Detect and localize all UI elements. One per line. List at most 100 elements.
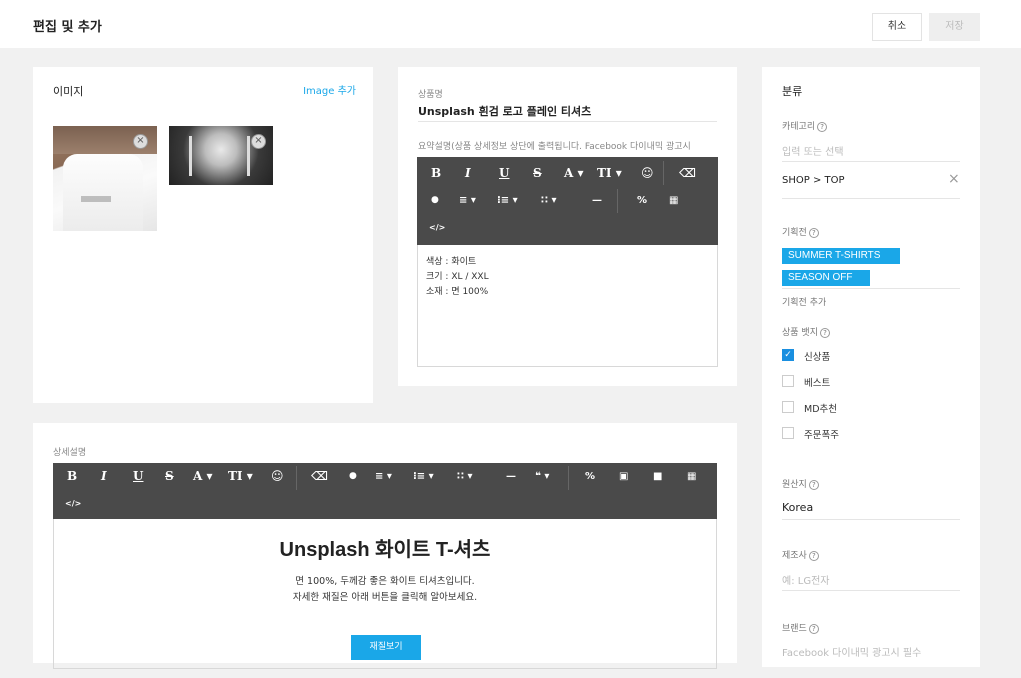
detail-label: 상세설명 — [53, 448, 87, 458]
page-title: 편집 및 추가 — [33, 20, 102, 35]
font-color-button[interactable]: A ▾ — [193, 469, 213, 483]
emoji-icon[interactable]: ☺ — [271, 469, 284, 483]
horizontal-rule-icon[interactable]: — — [506, 471, 516, 482]
table-icon[interactable]: ▦ — [669, 195, 678, 206]
divider — [782, 198, 960, 199]
detail-heading: Unsplash 화이트 T-셔츠 — [279, 539, 491, 561]
ordered-list-icon[interactable]: ⁝≡ ▾ — [413, 471, 434, 482]
product-name-label: 상품명 — [418, 90, 443, 100]
origin-label-text: 원산지 — [782, 480, 807, 490]
clear-category-close-icon[interactable]: × — [948, 171, 960, 187]
badge-checkbox-md[interactable] — [782, 401, 794, 413]
detail-editor-toolbar: B I U S A ▾ TI ▾ ☺ ⌫ ● ≡ ▾ ⁝≡ ▾ ∷ ▾ — ❝ … — [53, 463, 717, 519]
align-icon[interactable]: ≡ ▾ — [375, 471, 392, 482]
thumbnail-shirt — [63, 154, 143, 231]
code-view-icon[interactable]: </> — [65, 499, 81, 508]
remove-image-2-close-icon[interactable]: × — [251, 134, 266, 149]
badge-checkbox-best[interactable] — [782, 375, 794, 387]
maker-input[interactable]: 예: LG전자 — [782, 572, 829, 587]
summary-editor[interactable]: 색상 : 화이트 크기 : XL / XXL 소재 : 면 100% — [417, 245, 718, 367]
help-icon[interactable]: ? — [808, 479, 819, 490]
promotion-tag[interactable]: SUMMER T-SHIRTS — [782, 248, 900, 264]
origin-input[interactable]: Korea — [782, 501, 813, 514]
badge-label-new: 신상품 — [804, 352, 831, 363]
badge-label-text: 상품 뱃지 — [782, 328, 818, 338]
video-icon[interactable]: ■ — [653, 471, 662, 482]
image-icon[interactable]: ▣ — [619, 471, 628, 482]
bullet-list-icon[interactable]: ∷ ▾ — [457, 471, 472, 482]
toolbar-divider — [568, 466, 569, 490]
image-thumbnail-2[interactable]: × — [169, 126, 273, 185]
add-promotion-link[interactable]: 기획전 추가 — [782, 295, 826, 308]
summary-editor-toolbar: B I U S A ▾ TI ▾ ☺ ⌫ ● ≡ ▾ ⁝≡ ▾ ∷ ▾ — % … — [417, 157, 718, 245]
ordered-list-icon[interactable]: ⁝≡ ▾ — [497, 195, 518, 206]
summary-line: 색상 : 화이트 — [426, 257, 477, 267]
bullet-list-icon[interactable]: ∷ ▾ — [541, 195, 556, 206]
underline-button[interactable]: U — [499, 166, 509, 180]
save-button[interactable]: 저장 — [929, 13, 980, 41]
category-label-text: 카테고리 — [782, 122, 816, 132]
font-color-button[interactable]: A ▾ — [564, 166, 584, 180]
help-icon[interactable]: ? — [817, 121, 828, 132]
bold-button[interactable]: B — [67, 469, 77, 483]
help-icon[interactable]: ? — [819, 327, 830, 338]
promotion-tag[interactable]: SEASON OFF — [782, 270, 870, 286]
italic-button[interactable]: I — [465, 166, 471, 180]
detail-line: 자세한 재질은 아래 버튼을 클릭해 알아보세요. — [292, 592, 478, 603]
toolbar-divider — [296, 466, 297, 490]
divider — [418, 121, 717, 122]
product-name-input[interactable]: Unsplash 흰검 로고 플레인 티셔츠 — [418, 103, 591, 119]
brand-input[interactable]: Facebook 다이내믹 광고시 필수 — [782, 644, 921, 659]
highlight-icon[interactable]: ● — [349, 471, 357, 481]
detail-description-card: 상세설명 B I U S A ▾ TI ▾ ☺ ⌫ ● ≡ ▾ ⁝≡ ▾ ∷ ▾… — [33, 423, 737, 669]
remove-image-1-close-icon[interactable]: × — [133, 134, 148, 149]
quote-icon[interactable]: ❝ ▾ — [535, 471, 549, 482]
add-image-link[interactable]: Image 추가 — [303, 82, 356, 97]
divider — [782, 288, 960, 289]
top-bar: 편집 및 추가 취소 저장 — [0, 0, 1021, 48]
eraser-icon[interactable]: ⌫ — [679, 166, 696, 180]
maker-label-text: 제조사 — [782, 551, 807, 561]
link-icon[interactable]: % — [637, 195, 647, 206]
table-icon[interactable]: ▦ — [687, 471, 696, 482]
summary-label: 요약설명(상품 상세정보 상단에 출력됩니다. Facebook 다이내믹 광고… — [418, 142, 691, 152]
badge-checkbox-new[interactable]: ✓ — [782, 349, 794, 361]
italic-button[interactable]: I — [101, 469, 107, 483]
bold-button[interactable]: B — [431, 166, 441, 180]
help-icon[interactable]: ? — [808, 550, 819, 561]
help-icon[interactable]: ? — [808, 227, 819, 238]
font-size-button[interactable]: TI ▾ — [597, 166, 622, 180]
category-input[interactable]: 입력 또는 선택 — [782, 143, 844, 158]
link-icon[interactable]: % — [585, 471, 595, 482]
badge-label-hot: 주문폭주 — [804, 430, 839, 441]
classification-title: 분류 — [782, 85, 803, 98]
badge-checkbox-hot[interactable] — [782, 427, 794, 439]
font-size-button[interactable]: TI ▾ — [228, 469, 253, 483]
promotion-label: 기획전? — [782, 225, 819, 238]
brand-label-text: 브랜드 — [782, 624, 807, 634]
badge-label-md: MD추천 — [804, 404, 837, 415]
horizontal-rule-icon[interactable]: — — [592, 195, 602, 206]
badge-label-best: 베스트 — [804, 378, 831, 389]
thumbnail-print — [81, 196, 111, 202]
highlight-icon[interactable]: ● — [431, 195, 439, 205]
detail-editor[interactable]: Unsplash 화이트 T-셔츠 면 100%, 두께감 좋은 화이트 티셔츠… — [53, 519, 717, 669]
thumbnail-post — [247, 136, 250, 176]
strike-button[interactable]: S — [533, 166, 542, 180]
emoji-icon[interactable]: ☺ — [641, 166, 654, 180]
images-title: 이미지 — [53, 85, 84, 98]
underline-button[interactable]: U — [133, 469, 143, 483]
toolbar-divider — [663, 161, 664, 185]
thumbnail-post — [189, 136, 192, 176]
cancel-button[interactable]: 취소 — [872, 13, 922, 41]
detail-line: 면 100%, 두께감 좋은 화이트 티셔츠입니다. — [295, 576, 475, 587]
align-icon[interactable]: ≡ ▾ — [459, 195, 476, 206]
divider — [782, 519, 960, 520]
badge-label: 상품 뱃지? — [782, 325, 830, 338]
material-view-button[interactable]: 재질보기 — [351, 635, 421, 660]
image-thumbnail-1[interactable]: × — [53, 126, 157, 231]
code-view-icon[interactable]: </> — [429, 223, 445, 232]
strike-button[interactable]: S — [165, 469, 174, 483]
help-icon[interactable]: ? — [808, 623, 819, 634]
eraser-icon[interactable]: ⌫ — [311, 469, 328, 483]
